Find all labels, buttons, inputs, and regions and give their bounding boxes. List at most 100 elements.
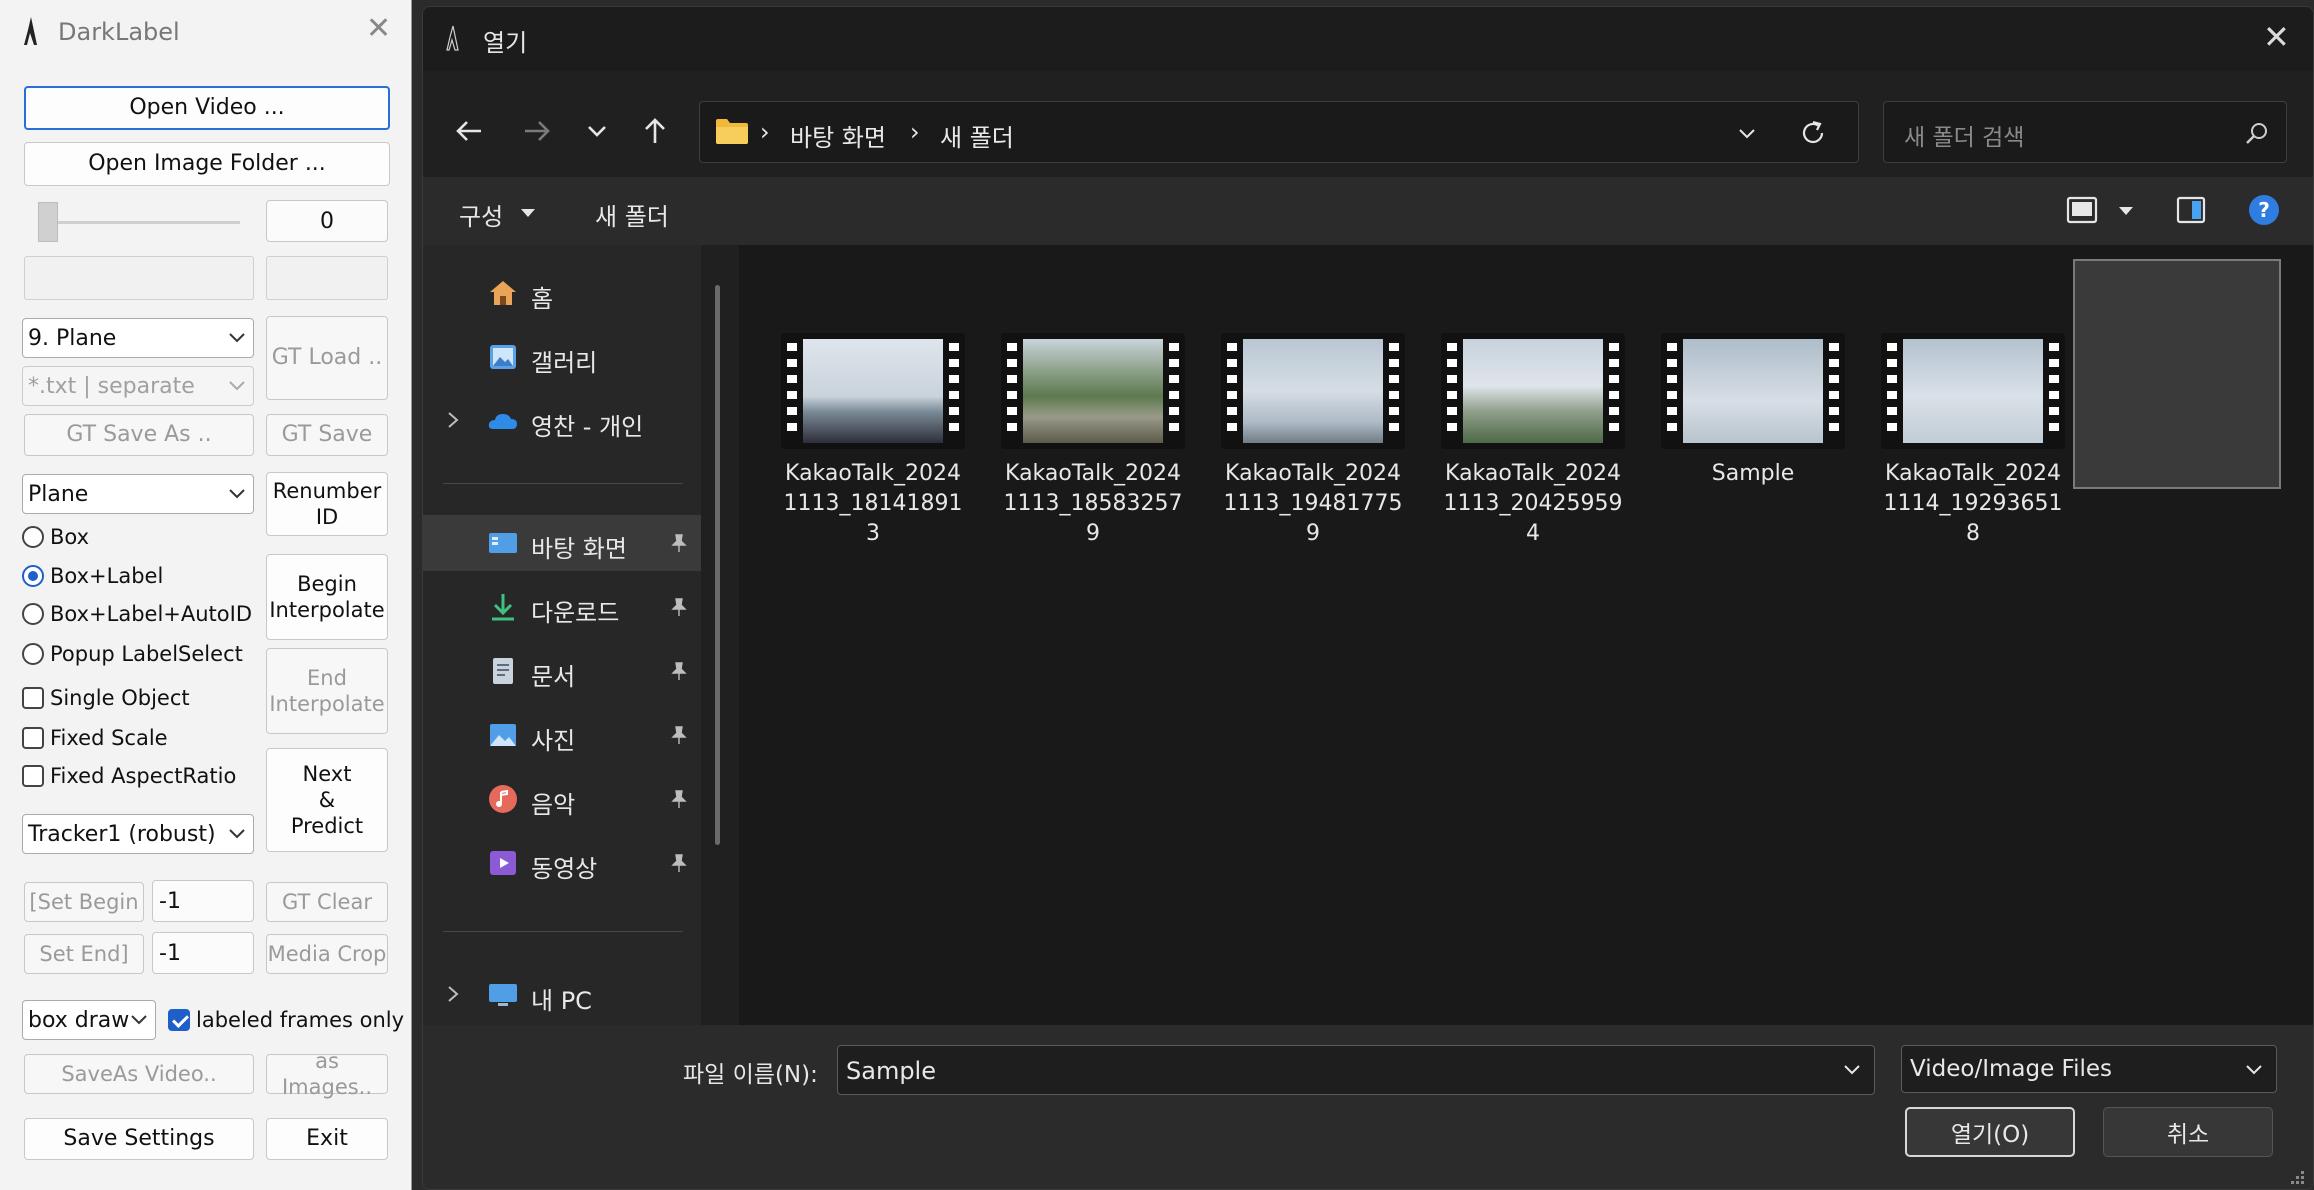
- fixed-scale-checkbox[interactable]: Fixed Scale: [22, 726, 168, 750]
- set-begin-value[interactable]: -1: [152, 880, 254, 922]
- chevron-down-icon: [131, 1015, 147, 1025]
- nav-item-desktop[interactable]: 바탕 화면: [423, 515, 701, 571]
- gt-save-as-button[interactable]: GT Save As ..: [24, 414, 254, 456]
- frame-slider-track[interactable]: [52, 221, 240, 224]
- radio-popup-labelselect[interactable]: Popup LabelSelect: [22, 642, 243, 666]
- nav-item-downloads[interactable]: 다운로드: [423, 579, 701, 635]
- refresh-icon[interactable]: [1798, 118, 1828, 148]
- nav-item-label: 바탕 화면: [531, 535, 627, 563]
- gt-save-button[interactable]: GT Save: [266, 414, 388, 456]
- gt-load-button[interactable]: GT Load ..: [266, 316, 388, 400]
- format-select[interactable]: *.txt | separate: [22, 366, 254, 406]
- open-button[interactable]: 열기(O): [1905, 1107, 2075, 1157]
- end-interpolate-button[interactable]: End Interpolate: [266, 648, 388, 734]
- caret-down-icon[interactable]: [519, 207, 537, 219]
- pin-icon[interactable]: [669, 533, 689, 553]
- address-dropdown-icon[interactable]: [1736, 122, 1758, 144]
- breadcrumb-desktop[interactable]: 바탕 화면: [790, 118, 886, 153]
- begin-interpolate-button[interactable]: Begin Interpolate: [266, 554, 388, 640]
- help-icon[interactable]: ?: [2247, 193, 2281, 227]
- save-as-video-button[interactable]: SaveAs Video..: [24, 1054, 254, 1094]
- view-mode-icon[interactable]: [2065, 195, 2099, 225]
- filename-input[interactable]: Sample: [837, 1045, 1875, 1095]
- search-icon[interactable]: [2244, 120, 2270, 146]
- pin-icon[interactable]: [669, 597, 689, 617]
- set-end-value[interactable]: -1: [152, 932, 254, 974]
- fixed-aspectratio-checkbox[interactable]: Fixed AspectRatio: [22, 764, 236, 788]
- open-video-button[interactable]: Open Video ...: [24, 86, 390, 130]
- label-select-value: Plane: [28, 481, 89, 507]
- resize-grip-icon[interactable]: [2287, 1167, 2305, 1185]
- single-object-checkbox[interactable]: Single Object: [22, 686, 190, 710]
- pin-icon[interactable]: [669, 853, 689, 873]
- nav-item-label: 문서: [531, 663, 576, 691]
- gt-clear-button[interactable]: GT Clear: [266, 882, 388, 922]
- label-select[interactable]: Plane: [22, 474, 254, 514]
- nav-item-documents[interactable]: 문서: [423, 643, 701, 699]
- up-arrow-icon[interactable]: [637, 113, 673, 149]
- pin-icon[interactable]: [669, 725, 689, 745]
- pin-icon[interactable]: [669, 661, 689, 681]
- labeled-frames-only-checkbox[interactable]: labeled frames only: [168, 1008, 404, 1032]
- filename-label: 파일 이름(N):: [683, 1062, 818, 1088]
- exit-button[interactable]: Exit: [266, 1118, 388, 1160]
- dialog-footer: 파일 이름(N): Sample Video/Image Files 열기(O)…: [423, 1025, 2313, 1189]
- organize-menu[interactable]: 구성: [459, 197, 503, 232]
- close-icon[interactable]: ✕: [2263, 21, 2290, 53]
- recent-locations-chevron-icon[interactable]: [579, 113, 615, 149]
- tracker-select[interactable]: Tracker1 (robust): [22, 814, 254, 854]
- file-item[interactable]: KakaoTalk_2024 1113_18583257 9: [989, 263, 1197, 546]
- nav-item-this-pc[interactable]: 내 PC: [423, 967, 701, 1023]
- as-images-button[interactable]: as Images..: [266, 1049, 388, 1099]
- pin-icon[interactable]: [669, 789, 689, 809]
- renumber-id-button[interactable]: Renumber ID: [266, 472, 388, 536]
- nav-item-gallery[interactable]: 갤러리: [423, 329, 701, 385]
- set-end-button[interactable]: Set End]: [24, 934, 144, 974]
- navigation-pane: 홈 갤러리 영찬 - 개인 바탕 화면 다운로드 문서 사진 음악 동영상 내 …: [423, 245, 720, 1025]
- nav-item-pictures[interactable]: 사진: [423, 707, 701, 763]
- search-box[interactable]: 새 폴더 검색: [1883, 101, 2287, 163]
- file-item-selected[interactable]: [2073, 259, 2281, 489]
- breadcrumb-new-folder[interactable]: 새 폴더: [940, 118, 1014, 153]
- file-item[interactable]: KakaoTalk_2024 1113_20425959 4: [1429, 263, 1637, 546]
- nav-item-label: 영찬 - 개인: [531, 413, 644, 441]
- file-item[interactable]: KakaoTalk_2024 1113_19481775 9: [1209, 263, 1417, 546]
- radio-box-label-autoid[interactable]: Box+Label+AutoID: [22, 602, 252, 626]
- music-icon: [489, 785, 517, 813]
- radio-box-label[interactable]: Box+Label: [22, 564, 163, 588]
- file-name: Sample: [1711, 461, 1795, 486]
- address-bar[interactable]: › 바탕 화면 › 새 폴더: [699, 101, 1859, 163]
- file-item[interactable]: Sample: [1649, 263, 1857, 493]
- filetype-select[interactable]: Video/Image Files: [1901, 1045, 2277, 1093]
- class-select[interactable]: 9. Plane: [22, 318, 254, 358]
- preview-pane-icon[interactable]: [2175, 195, 2207, 225]
- forward-arrow-icon[interactable]: [519, 113, 555, 149]
- new-folder-button[interactable]: 새 폴더: [595, 197, 669, 232]
- radio-box[interactable]: Box: [22, 525, 89, 549]
- nav-item-home[interactable]: 홈: [423, 265, 701, 321]
- chevron-right-icon[interactable]: [445, 983, 461, 1005]
- nav-item-label: 사진: [531, 727, 576, 755]
- nav-pane-scrollbar[interactable]: [715, 285, 720, 845]
- save-settings-button[interactable]: Save Settings: [24, 1118, 254, 1160]
- media-crop-button[interactable]: Media Crop: [266, 934, 388, 974]
- open-image-folder-button[interactable]: Open Image Folder ...: [24, 142, 390, 186]
- file-item[interactable]: KakaoTalk_2024 1113_18141891 3: [769, 263, 977, 546]
- cancel-button[interactable]: 취소: [2103, 1107, 2273, 1157]
- back-arrow-icon[interactable]: [451, 113, 487, 149]
- film-perforation-icon: [1829, 343, 1839, 431]
- caret-down-icon[interactable]: [2117, 205, 2135, 217]
- frame-number-field[interactable]: 0: [266, 200, 388, 242]
- draw-mode-select[interactable]: box draw: [22, 1000, 156, 1040]
- chevron-down-icon[interactable]: [1842, 1062, 1862, 1078]
- file-name: KakaoTalk_2024 1113_20425959 4: [1443, 461, 1623, 546]
- set-begin-button[interactable]: [Set Begin: [24, 882, 144, 922]
- chevron-right-icon[interactable]: [445, 409, 461, 431]
- next-predict-button[interactable]: Next & Predict: [266, 748, 388, 852]
- nav-item-music[interactable]: 음악: [423, 771, 701, 827]
- file-item[interactable]: KakaoTalk_2024 1114_19293651 8: [1869, 263, 2077, 546]
- nav-item-onedrive[interactable]: 영찬 - 개인: [423, 393, 701, 449]
- frame-slider-thumb[interactable]: [38, 202, 58, 242]
- close-icon[interactable]: ✕: [366, 14, 391, 44]
- nav-item-videos[interactable]: 동영상: [423, 835, 701, 891]
